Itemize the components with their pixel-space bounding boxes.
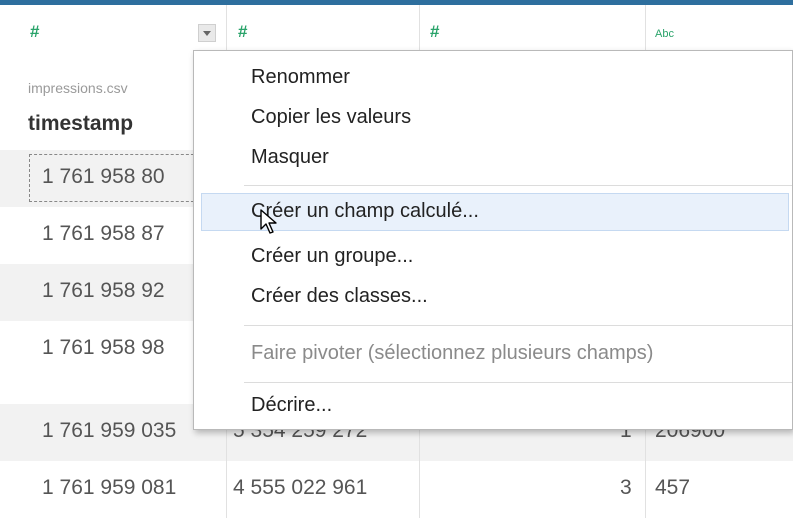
menu-item-create-group[interactable]: Créer un groupe... xyxy=(251,245,413,268)
column-name[interactable]: timestamp xyxy=(28,112,133,136)
column-source: impressions.csv xyxy=(28,80,128,96)
menu-separator xyxy=(244,382,792,383)
menu-item-create-bins[interactable]: Créer des classes... xyxy=(251,285,428,308)
menu-item-hide[interactable]: Masquer xyxy=(251,146,329,169)
table-cell[interactable]: 457 xyxy=(655,476,690,500)
table-cell[interactable]: 1 761 958 92 xyxy=(42,279,165,303)
table-cell[interactable]: 1 761 959 035 xyxy=(42,419,176,443)
column-dropdown-button[interactable] xyxy=(198,24,216,42)
number-type-icon: # xyxy=(30,22,40,41)
table-cell[interactable]: 4 555 022 961 xyxy=(233,476,367,500)
table-cell[interactable]: 3 xyxy=(620,476,632,500)
menu-separator xyxy=(244,185,792,186)
number-type-icon: # xyxy=(430,22,440,41)
menu-item-copy-values[interactable]: Copier les valeurs xyxy=(251,106,411,129)
table-row: 1 761 959 081 4 555 022 961 3 457 xyxy=(0,461,793,518)
menu-separator xyxy=(244,325,792,326)
menu-item-rename[interactable]: Renommer xyxy=(251,66,350,89)
context-menu: Renommer Copier les valeurs Masquer Crée… xyxy=(193,50,793,430)
number-type-icon: # xyxy=(238,22,248,41)
menu-item-create-calculated-field[interactable]: Créer un champ calculé... xyxy=(251,200,479,223)
table-cell[interactable]: 1 761 959 081 xyxy=(42,476,176,500)
string-type-icon: Abc xyxy=(655,28,674,40)
mouse-pointer-icon xyxy=(260,209,277,234)
table-cell[interactable]: 1 761 958 87 xyxy=(42,222,165,246)
header-accent-bar xyxy=(0,0,793,5)
menu-item-pivot: Faire pivoter (sélectionnez plusieurs ch… xyxy=(251,342,654,364)
selected-cell-outline xyxy=(29,154,199,202)
menu-item-describe[interactable]: Décrire... xyxy=(251,394,332,417)
table-cell[interactable]: 1 761 958 98 xyxy=(42,336,165,360)
